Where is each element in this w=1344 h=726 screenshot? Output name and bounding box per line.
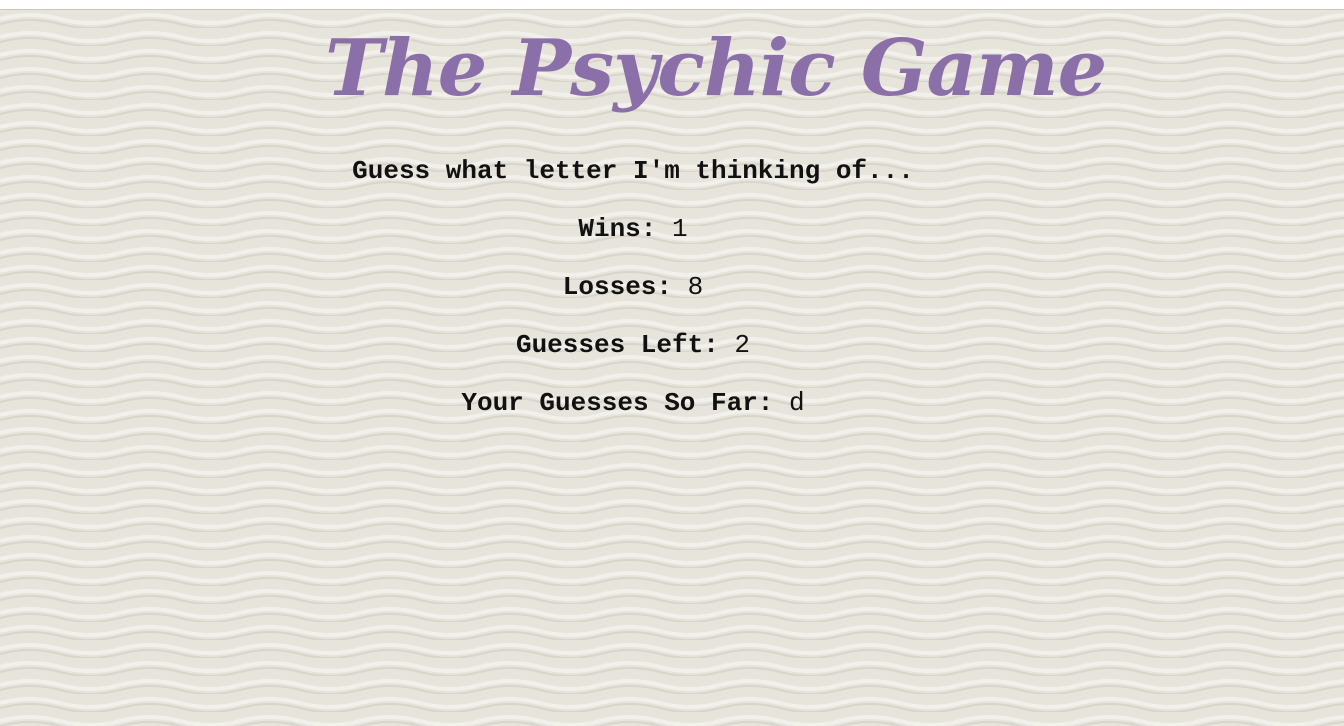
losses-stat: Losses: 8 xyxy=(0,272,1266,302)
guesses-left-stat: Guesses Left: 2 xyxy=(0,330,1266,360)
wins-stat: Wins: 1 xyxy=(0,214,1266,244)
losses-value: 8 xyxy=(687,272,704,302)
guesses-left-label: Guesses Left: xyxy=(515,330,719,360)
page-top-border xyxy=(0,0,1344,10)
guesses-left-value: 2 xyxy=(734,330,751,360)
game-instruction: Guess what letter I'm thinking of... xyxy=(352,156,914,186)
losses-label: Losses: xyxy=(562,272,672,302)
guesses-so-far-stat: Your Guesses So Far: d xyxy=(0,388,1266,418)
wins-label: Wins: xyxy=(578,214,657,244)
game-container: The Psychic Game Guess what letter I'm t… xyxy=(0,10,1344,726)
guesses-so-far-label: Your Guesses So Far: xyxy=(461,388,774,418)
page-title: The Psychic Game xyxy=(325,23,1107,114)
wins-value: 1 xyxy=(672,214,688,244)
guesses-so-far-value: d xyxy=(789,388,805,418)
